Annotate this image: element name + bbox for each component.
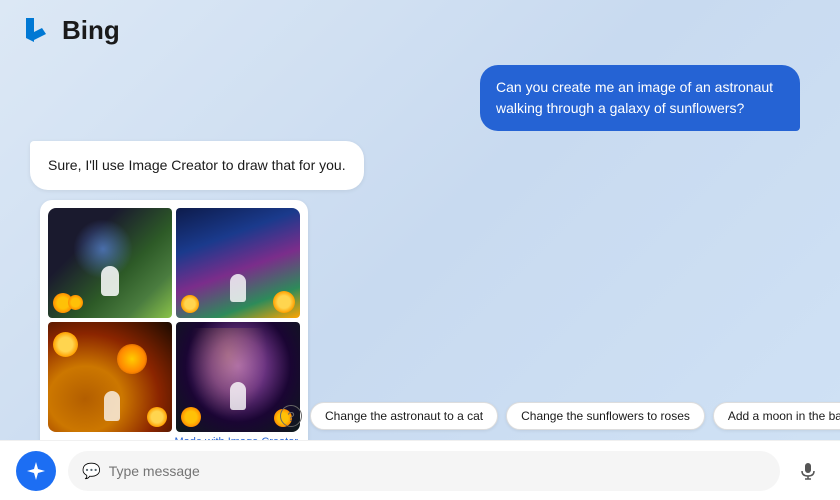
image-grid-container: Made with Image Creator <box>40 200 308 454</box>
generated-image-3[interactable] <box>48 322 172 432</box>
header: Bing <box>0 0 840 60</box>
suggestion-chip-2[interactable]: Change the sunflowers to roses <box>506 402 705 430</box>
suggestion-chip-3[interactable]: Add a moon in the background <box>713 402 840 430</box>
bing-sparkle-icon <box>25 460 47 482</box>
generated-image-1[interactable] <box>48 208 172 318</box>
microphone-icon <box>798 461 818 481</box>
bing-logo-icon <box>20 14 52 46</box>
chat-area: Can you create me an image of an astrona… <box>0 55 840 440</box>
bing-title: Bing <box>62 15 120 46</box>
suggestions-area: ? Change the astronaut to a cat Change t… <box>280 402 820 430</box>
help-icon[interactable]: ? <box>280 405 302 427</box>
message-bubble-icon: 💬 <box>82 462 101 480</box>
user-message-bubble: Can you create me an image of an astrona… <box>480 65 800 131</box>
bot-message-bubble: Sure, I'll use Image Creator to draw tha… <box>30 141 364 190</box>
generated-image-2[interactable] <box>176 208 300 318</box>
bing-chat-button[interactable] <box>16 451 56 491</box>
mic-button[interactable] <box>792 455 824 487</box>
image-grid <box>48 208 300 432</box>
message-input-wrapper: 💬 <box>68 451 780 491</box>
message-input[interactable] <box>109 463 766 479</box>
input-bar: 💬 <box>0 440 840 500</box>
suggestion-chip-1[interactable]: Change the astronaut to a cat <box>310 402 498 430</box>
